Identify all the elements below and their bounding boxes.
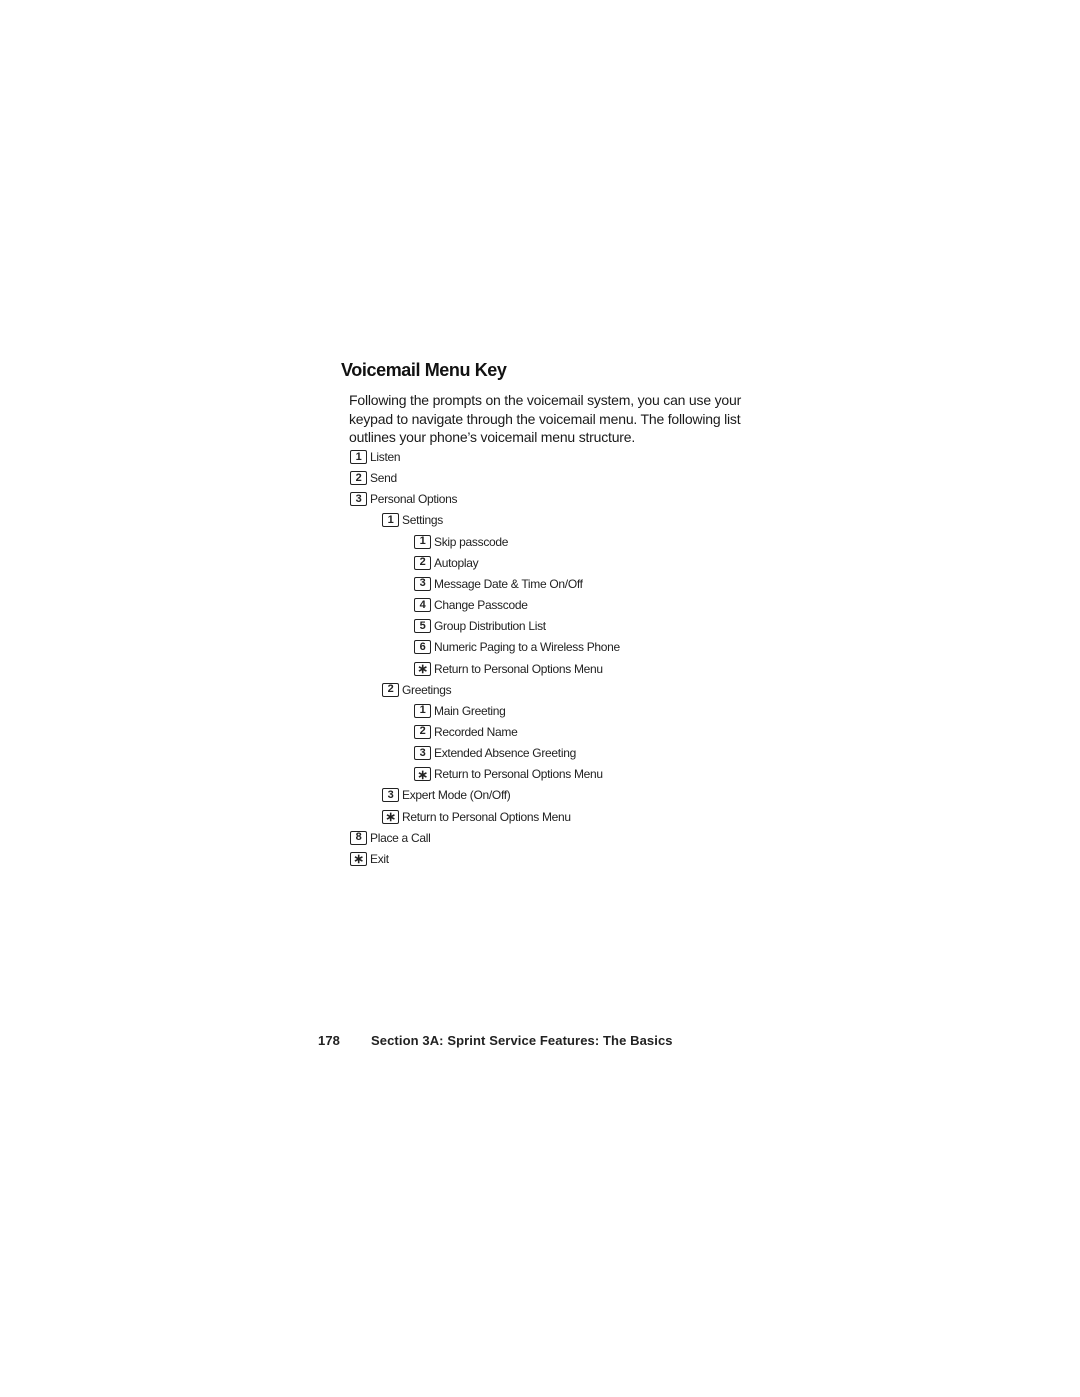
menu-item: 1 Main Greeting — [414, 703, 506, 719]
keypad-key-icon: 1 — [382, 513, 399, 528]
keypad-key-icon: 4 — [414, 598, 431, 613]
intro-paragraph: Following the prompts on the voicemail s… — [349, 392, 742, 445]
menu-item: 3 Expert Mode (On/Off) — [382, 787, 511, 803]
menu-item-label: Skip passcode — [434, 534, 509, 549]
menu-item-label: Exit — [370, 851, 389, 866]
keypad-key-icon: 1 — [414, 534, 431, 549]
menu-item: 1 Listen — [350, 449, 401, 465]
keypad-key-icon: 2 — [382, 682, 399, 697]
menu-item-label: Send — [370, 471, 397, 486]
menu-item: ∗ Exit — [350, 851, 389, 867]
menu-item-label: Message Date & Time On/Off — [434, 576, 583, 591]
document-page: Voicemail Menu Key Following the prompts… — [0, 0, 1080, 1397]
menu-item: 2 Greetings — [382, 682, 452, 698]
menu-item-label: Extended Absence Greeting — [434, 746, 576, 761]
menu-item-label: Greetings — [402, 682, 452, 697]
keypad-key-icon: 5 — [414, 619, 431, 634]
menu-item: ∗ Return to Personal Options Menu — [414, 661, 603, 677]
menu-item-label: Return to Personal Options Menu — [402, 809, 571, 824]
keypad-key-icon: 3 — [350, 492, 367, 507]
menu-item: 2 Autoplay — [414, 555, 479, 571]
star-key-icon: ∗ — [414, 661, 431, 676]
menu-item: 6 Numeric Paging to a Wireless Phone — [414, 639, 620, 655]
page-number: 178 — [318, 1033, 340, 1048]
keypad-key-icon: 1 — [350, 450, 367, 464]
page-title: Voicemail Menu Key — [341, 360, 507, 380]
menu-item-label: Place a Call — [370, 830, 431, 845]
keypad-key-icon: 1 — [414, 703, 431, 718]
keypad-key-icon: 3 — [414, 746, 431, 761]
menu-item: 1 Skip passcode — [414, 534, 508, 550]
menu-item-label: Return to Personal Options Menu — [434, 767, 603, 782]
menu-item-label: Listen — [370, 450, 401, 464]
section-title: Section 3A: Sprint Service Features: The… — [371, 1033, 673, 1048]
menu-item: 8 Place a Call — [350, 830, 431, 846]
menu-item: 1 Settings — [382, 512, 443, 528]
star-key-icon: ∗ — [382, 809, 399, 824]
menu-item: 3 Extended Absence Greeting — [414, 745, 576, 761]
keypad-key-icon: 2 — [414, 724, 431, 739]
menu-item: 4 Change Passcode — [414, 597, 528, 613]
menu-item: ∗ Return to Personal Options Menu — [414, 766, 603, 782]
menu-item-label: Settings — [402, 513, 443, 528]
menu-item-label: Recorded Name — [434, 724, 518, 739]
menu-item: ∗ Return to Personal Options Menu — [382, 809, 571, 825]
menu-item: 3 Personal Options — [350, 491, 458, 507]
menu-item: 2 Recorded Name — [414, 724, 518, 740]
menu-item-label: Group Distribution List — [434, 619, 546, 634]
menu-item-label: Autoplay — [434, 555, 479, 570]
keypad-key-icon: 3 — [382, 788, 399, 803]
keypad-key-icon: 8 — [350, 830, 367, 845]
menu-item: 2 Send — [350, 470, 397, 486]
star-key-icon: ∗ — [414, 767, 431, 782]
keypad-key-icon: 3 — [414, 576, 431, 591]
menu-item-label: Return to Personal Options Menu — [434, 661, 603, 676]
menu-item-label: Main Greeting — [434, 703, 506, 718]
menu-item: 5 Group Distribution List — [414, 618, 546, 634]
menu-item: 3 Message Date & Time On/Off — [414, 576, 583, 592]
keypad-key-icon: 2 — [414, 555, 431, 570]
menu-item-label: Numeric Paging to a Wireless Phone — [434, 640, 620, 655]
keypad-key-icon: 2 — [350, 471, 367, 486]
menu-item-label: Personal Options — [370, 492, 458, 507]
menu-item-label: Expert Mode (On/Off) — [402, 788, 511, 803]
menu-item-label: Change Passcode — [434, 598, 528, 613]
star-key-icon: ∗ — [350, 851, 367, 866]
keypad-key-icon: 6 — [414, 640, 431, 655]
